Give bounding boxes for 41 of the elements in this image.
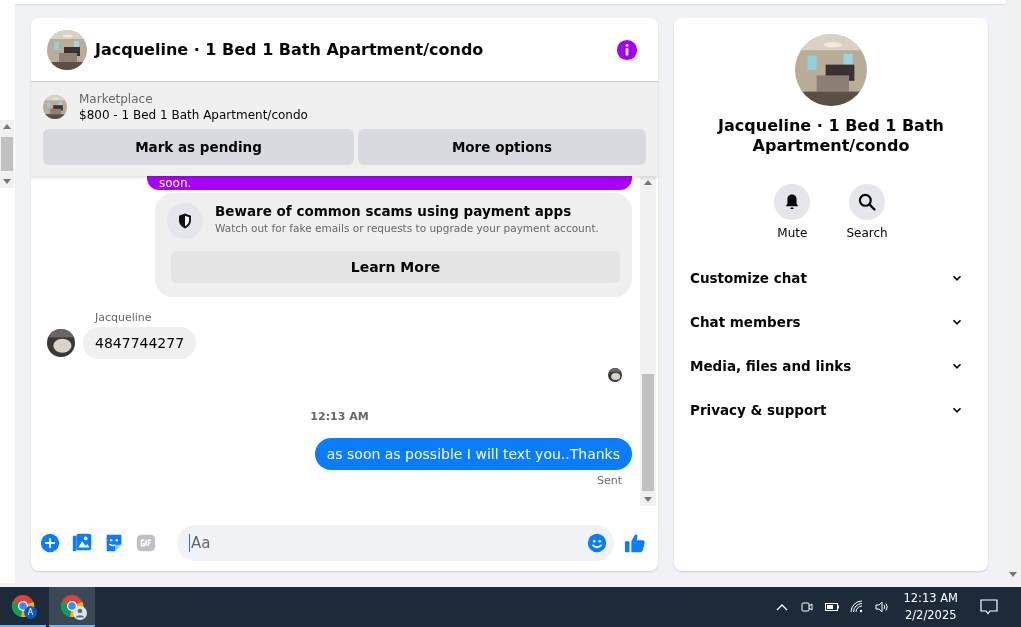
section-header[interactable]: Privacy & support: [682, 388, 980, 432]
action-label: Mute: [777, 226, 808, 240]
section-header[interactable]: Customize chat: [682, 256, 980, 300]
notice-text: Watch out for fake emails or requests to upgrade your payment account.: [215, 222, 599, 234]
taskbar-button[interactable]: [49, 587, 95, 627]
shield-icon: [167, 203, 203, 239]
action-label: Search: [846, 226, 888, 240]
taskbar-button[interactable]: A: [0, 587, 46, 627]
add-icon[interactable]: [39, 532, 61, 554]
speaker-icon[interactable]: [874, 599, 891, 615]
sender-name: Jacqueline: [95, 311, 153, 324]
camera-icon[interactable]: [799, 599, 816, 615]
message-bubble: 4847744277: [83, 327, 197, 359]
listing-button[interactable]: Mark as pending: [43, 129, 354, 165]
notice-title: Beware of common scams using payment apps: [215, 203, 573, 219]
message-input[interactable]: Aa: [177, 525, 614, 561]
profile-badge: A: [24, 606, 37, 619]
search-icon[interactable]: [849, 184, 885, 220]
emoji-icon[interactable]: [586, 532, 608, 554]
profile-icon: [73, 606, 87, 620]
chat-title: Jacqueline · 1 Bed 1 Bath Apartment/condo: [95, 40, 485, 59]
bell-icon[interactable]: [774, 184, 811, 220]
section-header[interactable]: Media, files and links: [682, 344, 980, 388]
listing-source: Marketplace: [79, 92, 154, 106]
section-header[interactable]: Chat members: [682, 300, 980, 344]
listing-title[interactable]: $800 - 1 Bed 1 Bath Apartment/condo: [79, 108, 308, 122]
scrollbar[interactable]: [1005, 0, 1021, 583]
timestamp: 12:13 AM: [310, 410, 369, 423]
thumbs-up-icon[interactable]: [624, 532, 646, 554]
clock[interactable]: 12:13 AM 2/2/2025: [903, 590, 958, 624]
listing-button[interactable]: More options: [358, 129, 646, 165]
message-bubble: soon.: [147, 176, 632, 190]
info-icon[interactable]: [616, 38, 638, 61]
message-status: Sent: [596, 474, 622, 487]
scrollbar[interactable]: [0, 120, 14, 188]
conversation-name: Jacqueline · 1 Bed 1 Bath Apartment/condo: [716, 116, 945, 156]
learn-more-button[interactable]: Learn More: [171, 251, 620, 283]
scrollbar[interactable]: [640, 176, 656, 506]
message-bubble: as soon as possible I will text you..Thanks: [314, 438, 632, 470]
notifications-icon[interactable]: [979, 597, 999, 617]
photo-icon[interactable]: [71, 532, 93, 554]
